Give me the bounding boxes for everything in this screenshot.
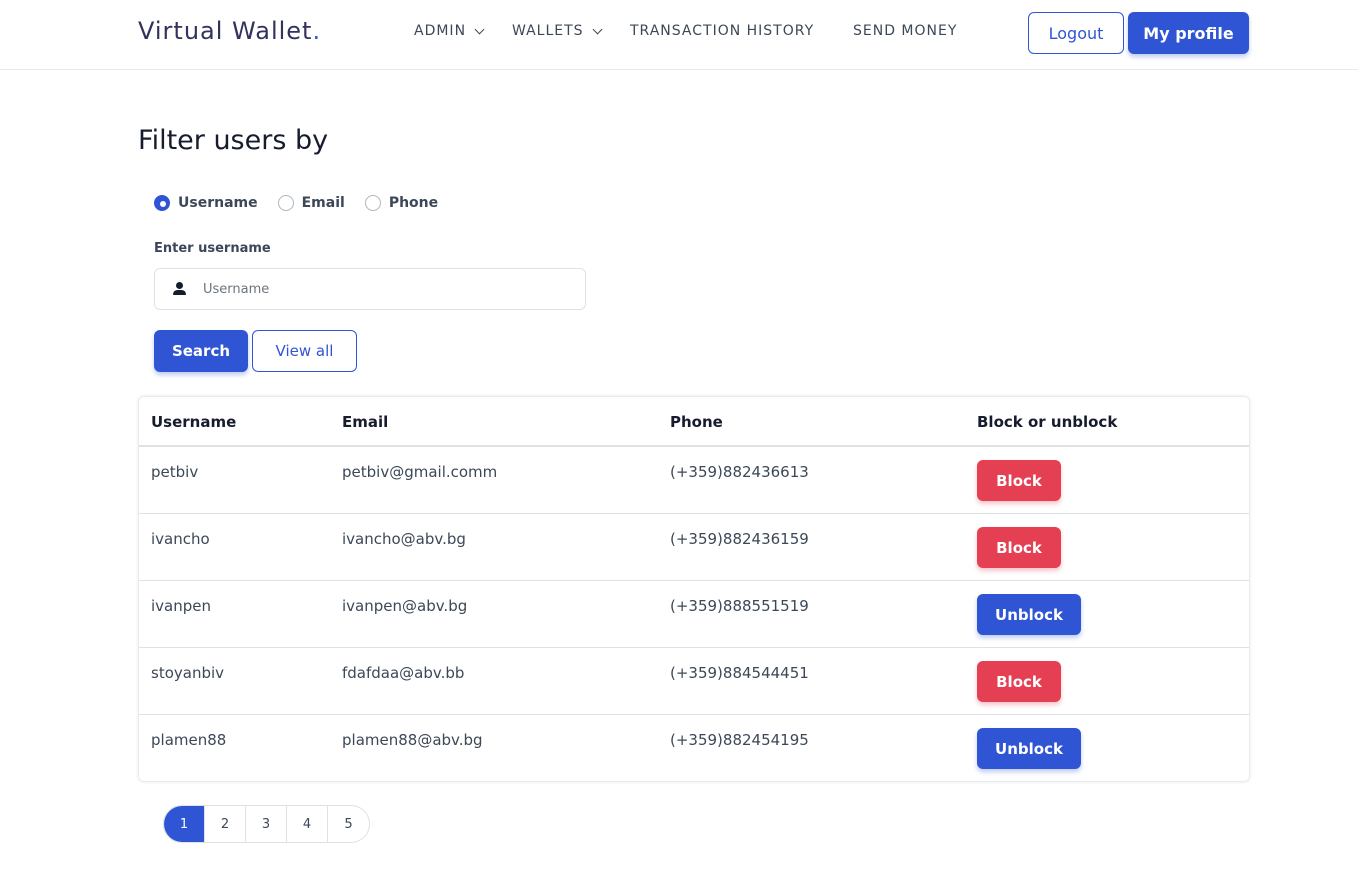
cell-username: ivancho [151, 530, 210, 548]
chevron-down-icon [592, 24, 602, 34]
my-profile-button[interactable]: My profile [1128, 12, 1249, 54]
logout-button[interactable]: Logout [1028, 12, 1124, 54]
radio-phone-label: Phone [388, 195, 439, 211]
radio-username[interactable]: Username [154, 195, 258, 211]
table-row: stoyanbiv fdafdaa@abv.bb (+359)884544451… [139, 648, 1249, 715]
username-field-label: Enter username [154, 241, 271, 256]
cell-phone: (+359)888551519 [670, 597, 809, 615]
page-2-button[interactable]: 2 [205, 806, 246, 842]
block-button[interactable]: Block [977, 460, 1061, 501]
cell-email: ivancho@abv.bg [342, 530, 466, 548]
unblock-button[interactable]: Unblock [977, 728, 1081, 769]
navbar: Virtual Wallet. ADMIN WALLETS TRANSACTIO… [0, 0, 1358, 70]
radio-phone[interactable]: Phone [364, 195, 439, 211]
header-block-unblock: Block or unblock [977, 413, 1118, 431]
table-row: ivancho ivancho@abv.bg (+359)882436159 B… [139, 514, 1249, 581]
nav-send-money-label: SEND MONEY [853, 23, 958, 39]
username-input[interactable] [203, 281, 563, 297]
pagination: 1 2 3 4 5 [163, 805, 370, 843]
user-icon [173, 282, 187, 296]
cell-username: stoyanbiv [151, 664, 225, 682]
view-all-button[interactable]: View all [252, 330, 357, 372]
brand-name: Virtual Wallet [138, 17, 313, 45]
filter-options: Username Email Phone [154, 195, 458, 211]
cell-phone: (+359)884544451 [670, 664, 809, 682]
username-input-group[interactable] [154, 268, 586, 310]
page-4-button[interactable]: 4 [287, 806, 328, 842]
nav-wallets-label: WALLETS [512, 23, 584, 39]
nav-transaction-history-label: TRANSACTION HISTORY [630, 23, 815, 39]
page-5-button[interactable]: 5 [328, 806, 369, 842]
radio-phone-control[interactable] [364, 195, 381, 211]
brand-logo[interactable]: Virtual Wallet. [138, 17, 321, 45]
radio-username-label: Username [178, 195, 258, 211]
search-button[interactable]: Search [154, 330, 248, 372]
cell-username: plamen88 [151, 731, 227, 749]
radio-username-control[interactable] [154, 195, 170, 211]
nav-wallets[interactable]: WALLETS [512, 23, 602, 39]
cell-email: petbiv@gmail.comm [342, 463, 498, 481]
cell-phone: (+359)882454195 [670, 731, 809, 749]
table-row: petbiv petbiv@gmail.comm (+359)882436613… [139, 447, 1249, 514]
radio-email[interactable]: Email [277, 195, 345, 211]
header-email: Email [342, 413, 389, 431]
cell-email: fdafdaa@abv.bb [342, 664, 465, 682]
cell-username: petbiv [151, 463, 199, 481]
page-1-button[interactable]: 1 [164, 806, 205, 842]
chevron-down-icon [474, 24, 485, 34]
header-username: Username [151, 413, 237, 431]
cell-email: ivanpen@abv.bg [342, 597, 468, 615]
cell-phone: (+359)882436159 [670, 530, 809, 548]
block-button[interactable]: Block [977, 527, 1061, 568]
nav-admin-label: ADMIN [414, 23, 467, 39]
header-phone: Phone [670, 413, 723, 431]
brand-dot: . [312, 17, 322, 45]
radio-email-control[interactable] [277, 195, 294, 211]
unblock-button[interactable]: Unblock [977, 594, 1081, 635]
radio-email-label: Email [301, 195, 345, 211]
cell-phone: (+359)882436613 [670, 463, 809, 481]
nav-admin[interactable]: ADMIN [414, 23, 485, 39]
table-header: Username Email Phone Block or unblock [139, 397, 1249, 447]
table-row: ivanpen ivanpen@abv.bg (+359)888551519 U… [139, 581, 1249, 648]
nav-send-money[interactable]: SEND MONEY [853, 23, 957, 39]
page-3-button[interactable]: 3 [246, 806, 287, 842]
users-table: Username Email Phone Block or unblock pe… [138, 396, 1250, 782]
block-button[interactable]: Block [977, 661, 1061, 702]
page-title: Filter users by [138, 125, 329, 156]
cell-username: ivanpen [151, 597, 211, 615]
nav-transaction-history[interactable]: TRANSACTION HISTORY [630, 23, 814, 39]
table-row: plamen88 plamen88@abv.bg (+359)882454195… [139, 715, 1249, 781]
cell-email: plamen88@abv.bg [342, 731, 483, 749]
